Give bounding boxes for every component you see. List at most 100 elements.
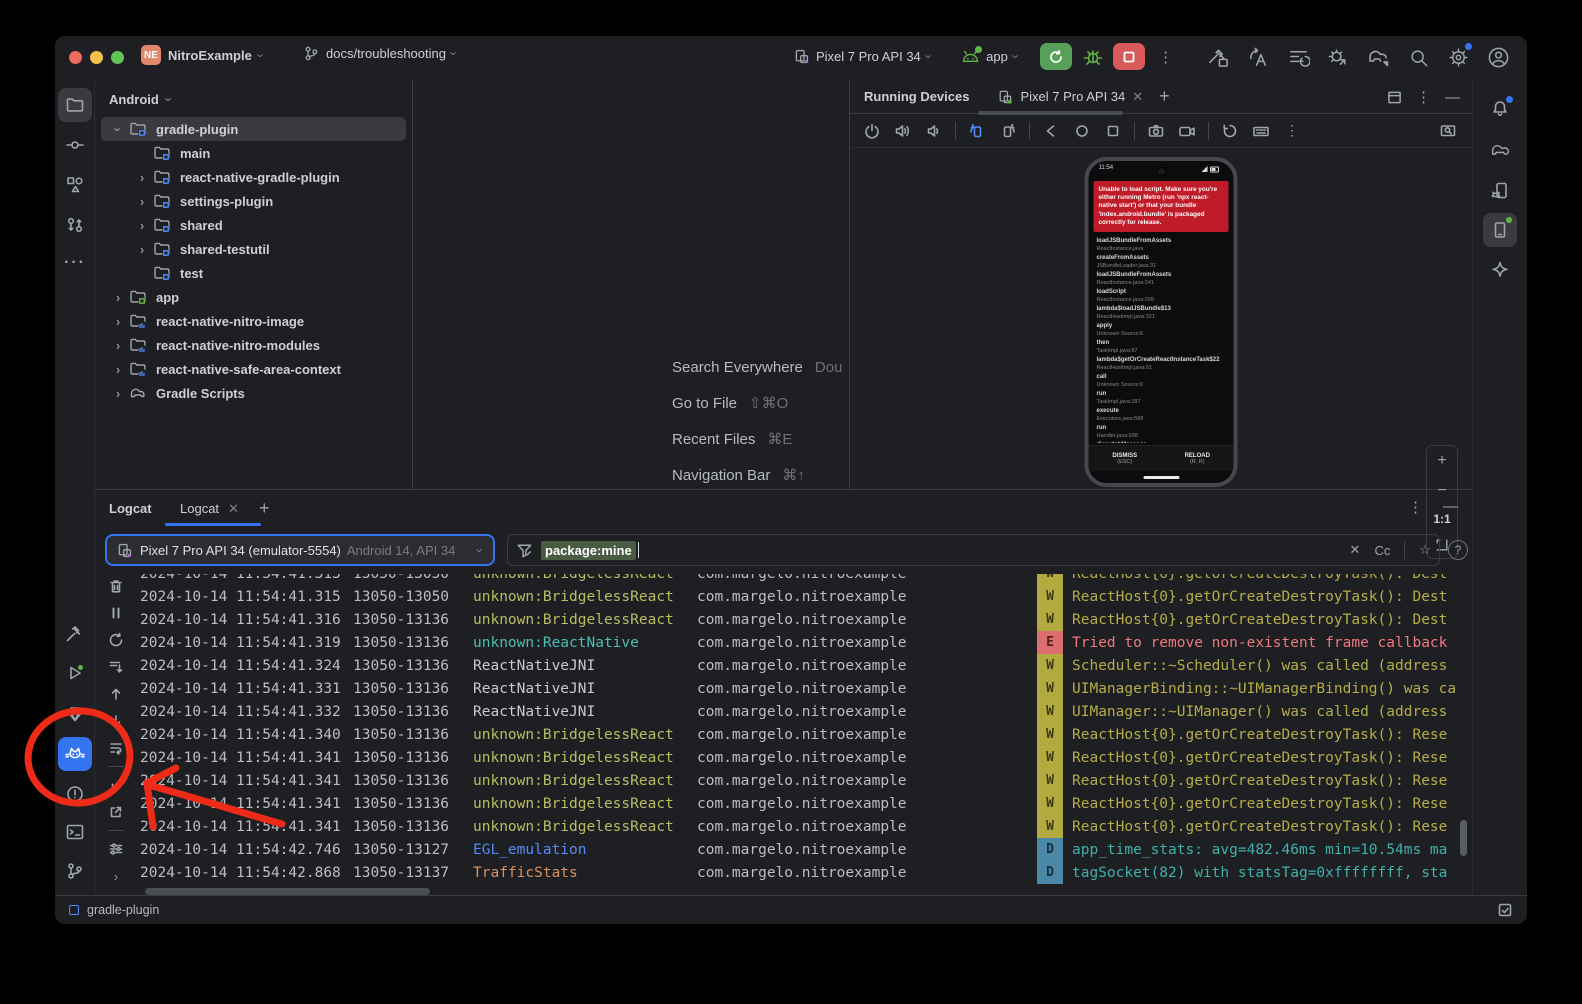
pause-logcat-icon[interactable] (107, 604, 125, 622)
recents-button-icon[interactable] (1103, 121, 1123, 141)
dismiss-button[interactable]: DISMISS(ESC) (1089, 446, 1162, 471)
running-devices-tool-button[interactable] (1483, 213, 1517, 247)
minimize-window-button[interactable] (90, 51, 103, 64)
log-row[interactable]: 2024-10-14 11:54:41.31613050-13136unknow… (140, 608, 1462, 631)
zoom-in-icon[interactable]: + (1437, 452, 1446, 470)
tree-item-shared-testutil[interactable]: ›shared-testutil (101, 237, 406, 261)
more-options-icon[interactable]: ⋮ (1416, 88, 1431, 106)
history-list-icon[interactable] (1286, 45, 1311, 70)
close-tab-icon[interactable]: ✕ (228, 501, 239, 517)
logcat-filter-field[interactable]: package:mine ✕ Cc ☆ (507, 534, 1440, 566)
settings-gear-icon[interactable] (1446, 45, 1471, 70)
more-tools-button[interactable]: ··· (58, 246, 92, 280)
ai-assistant-tool-button[interactable] (1483, 253, 1517, 287)
log-row[interactable]: 2024-10-14 11:54:42.74613050-13127EGL_em… (140, 838, 1462, 861)
chevron-down-icon[interactable]: › (467, 536, 493, 564)
status-module-name[interactable]: gradle-plugin (87, 903, 159, 917)
volume-up-icon[interactable] (893, 121, 913, 141)
gradle-sync-icon[interactable] (1366, 45, 1391, 70)
back-button-icon[interactable] (1041, 121, 1061, 141)
chevron-right-icon[interactable]: › (131, 218, 153, 233)
problems-tool-button[interactable] (58, 777, 92, 811)
chevron-right-icon[interactable]: › (131, 194, 153, 209)
more-options-icon[interactable]: ⋮ (1408, 498, 1423, 516)
tree-item-gradle-scripts[interactable]: ›Gradle Scripts (101, 381, 406, 405)
screen-record-icon[interactable] (1177, 121, 1197, 141)
tree-item-shared[interactable]: ›shared (101, 213, 406, 237)
log-row[interactable]: 2024-10-14 11:54:41.34013050-13136unknow… (140, 723, 1462, 746)
tree-item-settings-plugin[interactable]: ›settings-plugin (101, 189, 406, 213)
project-view-mode[interactable]: Android (109, 92, 159, 107)
restart-logcat-icon[interactable] (107, 631, 125, 649)
snapshot-restore-icon[interactable] (1220, 121, 1240, 141)
soft-wrap-icon[interactable] (107, 739, 125, 757)
tree-item-react-native-nitro-modules[interactable]: ›react-native-nitro-modules (101, 333, 406, 357)
pull-requests-tool-button[interactable] (58, 208, 92, 242)
logcat-tool-button[interactable] (58, 737, 92, 771)
scroll-to-end-icon[interactable] (107, 658, 125, 676)
build-icon[interactable] (1206, 45, 1231, 70)
logcat-device-selector[interactable]: Pixel 7 Pro API 34 (emulator-5554) Andro… (105, 534, 495, 566)
close-window-button[interactable] (69, 51, 82, 64)
log-row[interactable]: 2024-10-14 11:54:41.34113050-13136unknow… (140, 792, 1462, 815)
chevron-right-icon[interactable]: › (107, 338, 129, 353)
project-tool-button[interactable] (58, 88, 92, 122)
hide-panel-icon[interactable]: — (1443, 498, 1458, 516)
tree-item-gradle-plugin[interactable]: ›gradle-plugin (101, 117, 406, 141)
logcat-tab[interactable]: Logcat ✕ (180, 501, 239, 517)
favorite-filter-icon[interactable]: ☆ (1419, 542, 1431, 558)
log-row[interactable]: 2024-10-14 11:54:41.31513050-13050unknow… (140, 585, 1462, 608)
more-emulator-options-icon[interactable]: ⋮ (1282, 121, 1302, 141)
notifications-tool-button[interactable] (1483, 92, 1517, 126)
log-row[interactable]: 2024-10-14 11:54:41.33113050-13136ReactN… (140, 677, 1462, 700)
rotate-right-icon[interactable] (998, 121, 1018, 141)
device-selector[interactable]: Pixel 7 Pro API 34 › (793, 48, 931, 65)
log-row[interactable]: 2024-10-14 11:54:41.31313050-13050unknow… (140, 574, 1462, 585)
clear-logcat-icon[interactable] (107, 577, 125, 595)
close-tab-icon[interactable]: ✕ (1132, 89, 1143, 105)
status-right-icon[interactable] (1497, 902, 1513, 918)
account-icon[interactable] (1486, 45, 1511, 70)
more-toolbar-icon[interactable]: › (107, 867, 125, 885)
device-manager-tool-button[interactable] (1483, 174, 1517, 208)
gradle-tool-button[interactable] (1483, 134, 1517, 168)
log-row[interactable]: 2024-10-14 11:54:41.33213050-13136ReactN… (140, 700, 1462, 723)
log-row[interactable]: 2024-10-14 11:54:41.34113050-13136unknow… (140, 769, 1462, 792)
terminal-tool-button[interactable] (58, 815, 92, 849)
screenshot-icon[interactable] (1146, 121, 1166, 141)
project-widget[interactable]: NE NitroExample › (141, 45, 263, 65)
chevron-right-icon[interactable]: › (131, 170, 153, 185)
tree-item-test[interactable]: test (101, 261, 406, 285)
chevron-right-icon[interactable]: › (131, 242, 153, 257)
tree-item-react-native-safe-area-context[interactable]: ›react-native-safe-area-context (101, 357, 406, 381)
search-everywhere-icon[interactable] (1406, 45, 1431, 70)
app-quality-insights-tool-button[interactable] (58, 697, 92, 731)
log-row[interactable]: 2024-10-14 11:54:42.86813050-13137Traffi… (140, 861, 1462, 884)
chevron-right-icon[interactable]: › (107, 314, 129, 329)
code-analysis-icon[interactable] (1246, 45, 1271, 70)
version-control-tool-button[interactable] (58, 854, 92, 888)
run-tool-button[interactable] (58, 656, 92, 690)
run-configuration-selector[interactable]: app › (961, 49, 1018, 65)
import-logs-icon[interactable] (107, 776, 125, 794)
maximize-window-button[interactable] (111, 51, 124, 64)
horizontal-scrollbar[interactable] (145, 888, 430, 895)
add-logcat-tab-icon[interactable]: + (259, 498, 270, 519)
attach-debugger-icon[interactable] (1326, 45, 1351, 70)
virtual-keyboard-icon[interactable] (1251, 121, 1271, 141)
clear-filter-icon[interactable]: ✕ (1350, 542, 1361, 558)
tree-item-main[interactable]: main (101, 141, 406, 165)
chevron-right-icon[interactable]: › (107, 362, 129, 377)
log-row[interactable]: 2024-10-14 11:54:41.34113050-13136unknow… (140, 746, 1462, 769)
vertical-scrollbar[interactable] (1460, 820, 1467, 856)
tree-item-app[interactable]: ›app (101, 285, 406, 309)
more-actions-icon[interactable]: ⋮ (1153, 44, 1178, 69)
tree-item-react-native-gradle-plugin[interactable]: ›react-native-gradle-plugin (101, 165, 406, 189)
previous-occurrence-icon[interactable] (107, 685, 125, 703)
tree-item-react-native-nitro-image[interactable]: ›react-native-nitro-image (101, 309, 406, 333)
log-row[interactable]: 2024-10-14 11:54:41.31913050-13136unknow… (140, 631, 1462, 654)
resource-manager-tool-button[interactable] (58, 168, 92, 202)
log-row[interactable]: 2024-10-14 11:54:41.34113050-13136unknow… (140, 815, 1462, 838)
volume-down-icon[interactable] (924, 121, 944, 141)
stop-button[interactable] (1113, 43, 1145, 70)
